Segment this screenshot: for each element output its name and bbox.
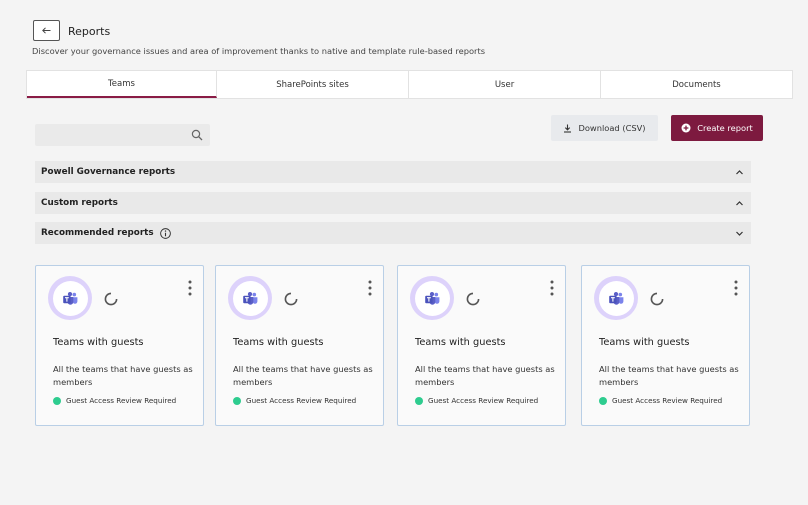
tab-bar: Teams SharePoints sites User Documents — [26, 70, 793, 99]
tab-teams[interactable]: Teams — [27, 71, 217, 98]
download-csv-label: Download (CSV) — [578, 123, 646, 133]
arrow-left-icon — [42, 27, 51, 34]
status-dot — [415, 396, 423, 405]
card-title: Teams with guests — [415, 337, 506, 348]
chevron-up-icon[interactable] — [735, 168, 744, 177]
status-dot — [599, 396, 607, 405]
teams-icon — [608, 291, 623, 305]
download-csv-button[interactable]: Download (CSV) — [551, 115, 658, 141]
section-title-wrap: Recommended reports — [41, 227, 171, 239]
back-button[interactable] — [33, 20, 60, 41]
search-box — [35, 124, 210, 148]
card-status: Guest Access Review Required — [53, 396, 176, 405]
loading-spinner-icon — [466, 292, 480, 306]
card-title: Teams with guests — [233, 337, 324, 348]
more-options-icon[interactable] — [367, 279, 373, 297]
section-title: Custom reports — [41, 198, 118, 208]
status-label: Guest Access Review Required — [246, 396, 357, 405]
section-powell-governance-reports[interactable]: Powell Governance reports — [35, 161, 751, 183]
tab-sharepoint-sites[interactable]: SharePoints sites — [217, 71, 409, 98]
tab-user[interactable]: User — [409, 71, 601, 98]
card-description: All the teams that have guests as member… — [599, 364, 739, 387]
create-report-label: Create report — [697, 123, 753, 133]
report-card[interactable]: Teams with guests All the teams that hav… — [397, 265, 566, 426]
search-input[interactable] — [35, 125, 210, 148]
section-title: Recommended reports — [41, 228, 154, 238]
info-icon[interactable] — [159, 227, 171, 239]
create-report-button[interactable]: Create report — [671, 115, 763, 141]
card-title: Teams with guests — [53, 337, 144, 348]
loading-spinner-icon — [650, 292, 664, 306]
card-description: All the teams that have guests as member… — [415, 364, 555, 387]
icon-ring — [410, 276, 454, 320]
card-status: Guest Access Review Required — [415, 396, 538, 405]
download-icon — [564, 124, 572, 133]
chevron-down-icon[interactable] — [735, 229, 744, 238]
teams-icon — [62, 291, 77, 305]
report-card[interactable]: Teams with guests All the teams that hav… — [215, 265, 384, 426]
page-title: Reports — [68, 25, 111, 38]
more-options-icon[interactable] — [733, 279, 739, 297]
teams-icon — [242, 291, 257, 305]
status-dot — [233, 396, 241, 405]
report-card[interactable]: Teams with guests All the teams that hav… — [35, 265, 204, 426]
icon-ring — [594, 276, 638, 320]
section-custom-reports[interactable]: Custom reports — [35, 192, 751, 214]
card-description: All the teams that have guests as member… — [53, 364, 193, 387]
loading-spinner-icon — [104, 292, 118, 306]
status-label: Guest Access Review Required — [612, 396, 723, 405]
card-status: Guest Access Review Required — [233, 396, 356, 405]
status-dot — [53, 396, 61, 405]
icon-ring — [48, 276, 92, 320]
teams-icon — [424, 291, 439, 305]
card-description: All the teams that have guests as member… — [233, 364, 373, 387]
more-options-icon[interactable] — [187, 279, 193, 297]
icon-ring — [228, 276, 272, 320]
status-label: Guest Access Review Required — [428, 396, 539, 405]
card-status: Guest Access Review Required — [599, 396, 722, 405]
loading-spinner-icon — [284, 292, 298, 306]
chevron-up-icon[interactable] — [735, 199, 744, 208]
plus-circle-icon — [681, 123, 691, 133]
page-subtitle: Discover your governance issues and area… — [32, 46, 486, 56]
status-label: Guest Access Review Required — [66, 396, 177, 405]
tab-documents[interactable]: Documents — [601, 71, 792, 98]
card-title: Teams with guests — [599, 337, 690, 348]
search-icon[interactable] — [191, 129, 203, 141]
section-title: Powell Governance reports — [41, 167, 176, 177]
report-card[interactable]: Teams with guests All the teams that hav… — [581, 265, 750, 426]
section-recommended-reports[interactable]: Recommended reports — [35, 222, 751, 244]
more-options-icon[interactable] — [549, 279, 555, 297]
